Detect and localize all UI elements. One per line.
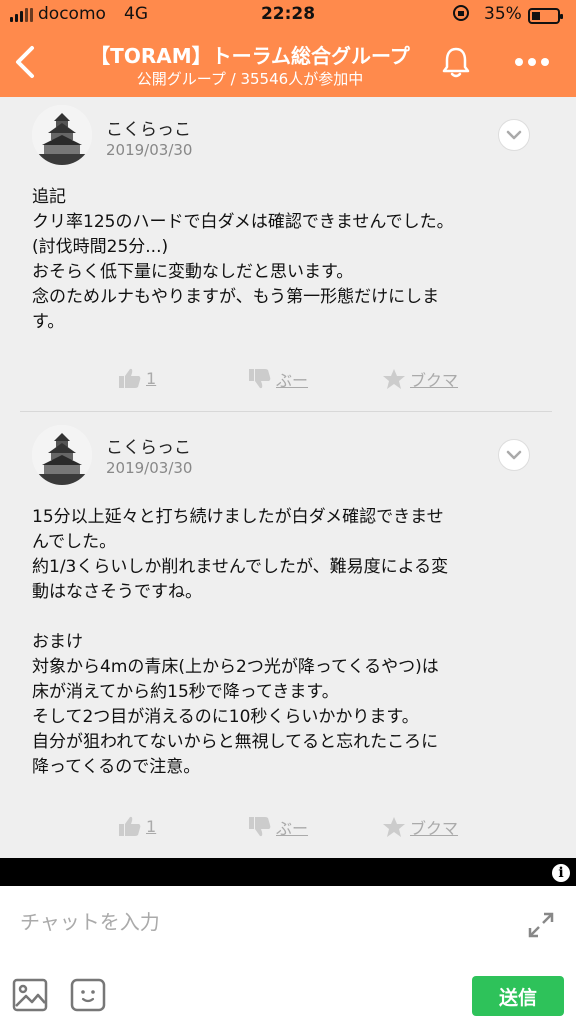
expand-button[interactable]	[526, 910, 556, 940]
header-bar: docomo 4G 22:28 35% 【TORAM】トーラム総合グループ 公開…	[0, 0, 576, 97]
castle-icon	[32, 105, 92, 165]
post-menu-button[interactable]	[498, 439, 530, 471]
post-line: 追記	[32, 187, 66, 207]
orientation-lock-icon	[452, 4, 470, 26]
post-card: こくらっこ 2019/03/30 15分以上延々と打ち続けましたが白ダメ確認でき…	[0, 415, 576, 855]
image-button[interactable]	[12, 978, 48, 1012]
status-bar: docomo 4G 22:28 35%	[0, 0, 576, 30]
star-icon	[383, 817, 405, 837]
like-button[interactable]: 1	[118, 815, 156, 837]
like-count: 1	[146, 816, 157, 836]
expand-icon	[528, 912, 554, 938]
battery-percent: 35%	[484, 4, 522, 24]
post-line: んでした。	[32, 532, 117, 552]
post-line: 15分以上延々と打ち続けましたが白ダメ確認できませ	[32, 507, 444, 527]
chevron-down-icon	[506, 450, 522, 460]
info-icon[interactable]: i	[550, 862, 572, 884]
avatar[interactable]	[32, 105, 92, 165]
sticker-button[interactable]	[70, 978, 106, 1012]
post-line	[32, 605, 532, 630]
image-icon	[12, 978, 48, 1012]
post-actions: 1 ぶー ブクマ	[0, 815, 576, 845]
post-line: 自分が狙われてないからと無視してると忘れたころに	[32, 732, 439, 752]
send-button[interactable]: 送信	[472, 976, 564, 1016]
thumbs-down-icon	[249, 369, 271, 389]
post-date: 2019/03/30	[106, 141, 193, 159]
post-body: 15分以上延々と打ち続けましたが白ダメ確認できませ んでした。 約1/3くらいし…	[32, 505, 532, 780]
group-subtitle: 公開グループ / 35546人が参加中	[136, 70, 364, 88]
post-divider	[20, 411, 552, 412]
post-line: 降ってくるので注意。	[32, 757, 201, 777]
dislike-label: ぶー	[276, 371, 309, 390]
bookmark-label: ブクマ	[410, 371, 459, 390]
more-button[interactable]	[510, 48, 554, 76]
post-line: 動はなさそうですね。	[32, 582, 202, 602]
post-line: おまけ	[32, 632, 83, 652]
group-title: 【TORAM】トーラム総合グループ	[90, 44, 410, 68]
like-count: 1	[146, 368, 157, 388]
castle-icon	[32, 425, 92, 485]
bookmark-button[interactable]: ブクマ	[382, 815, 458, 839]
post-line: す。	[32, 312, 65, 332]
dislike-button[interactable]: ぶー	[248, 815, 308, 839]
chat-composer: 送信	[0, 886, 576, 1024]
post-line: (討伐時間25分...)	[32, 237, 169, 257]
post-menu-button[interactable]	[498, 119, 530, 151]
chevron-left-icon	[16, 46, 34, 78]
post-line: おそらく低下量に変動なしだと思います。	[32, 262, 354, 282]
more-icon	[515, 58, 549, 66]
post-body: 追記 クリ率125のハードで白ダメは確認できませんでした。 (討伐時間25分..…	[32, 185, 532, 335]
post-card: こくらっこ 2019/03/30 追記 クリ率125のハードで白ダメは確認できま…	[0, 97, 576, 411]
avatar[interactable]	[32, 425, 92, 485]
like-button[interactable]: 1	[118, 367, 156, 389]
ad-banner[interactable]: i	[0, 858, 576, 886]
sticker-icon	[70, 978, 106, 1012]
bookmark-button[interactable]: ブクマ	[382, 367, 458, 391]
bell-icon	[442, 47, 470, 78]
post-line: 約1/3くらいしか削れませんでしたが、難易度による変	[32, 557, 449, 577]
bookmark-label: ブクマ	[410, 819, 459, 838]
dislike-button[interactable]: ぶー	[248, 367, 308, 391]
star-icon	[383, 369, 405, 389]
notification-button[interactable]	[438, 44, 474, 80]
post-actions: 1 ぶー ブクマ	[0, 367, 576, 397]
post-date: 2019/03/30	[106, 459, 193, 477]
post-line: 念のためルナもやりますが、もう第一形態だけにしま	[32, 287, 440, 307]
thumbs-down-icon	[249, 817, 271, 837]
dislike-label: ぶー	[276, 819, 309, 838]
chat-input[interactable]	[20, 904, 500, 940]
post-author: こくらっこ	[106, 120, 191, 140]
post-author: こくらっこ	[106, 438, 191, 458]
post-line: そして2つ目が消えるのに10秒くらいかかります。	[32, 707, 419, 727]
thumbs-up-icon	[119, 816, 141, 836]
post-line: 床が消えてから約15秒で降ってきます。	[32, 682, 339, 702]
battery-icon	[528, 8, 563, 24]
chevron-down-icon	[506, 130, 522, 140]
post-line: クリ率125のハードで白ダメは確認できませんでした。	[32, 212, 454, 232]
thumbs-up-icon	[119, 368, 141, 388]
back-button[interactable]	[8, 42, 48, 82]
post-line: 対象から4mの青床(上から2つ光が降ってくるやつ)は	[32, 657, 439, 677]
